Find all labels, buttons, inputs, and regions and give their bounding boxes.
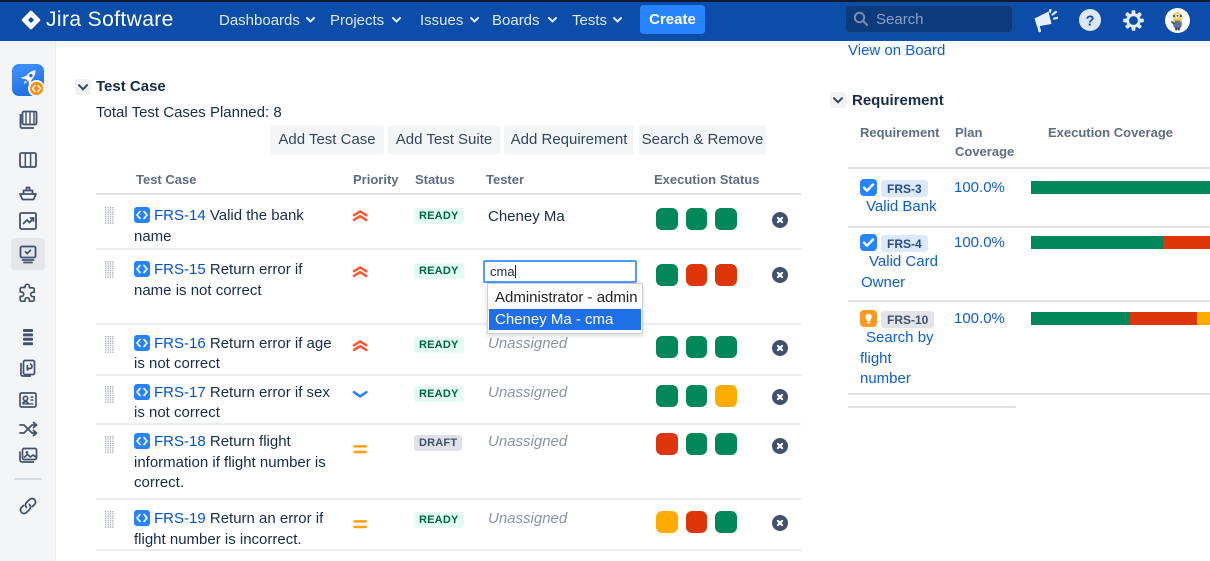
svg-text:?: ? [1086,13,1095,29]
